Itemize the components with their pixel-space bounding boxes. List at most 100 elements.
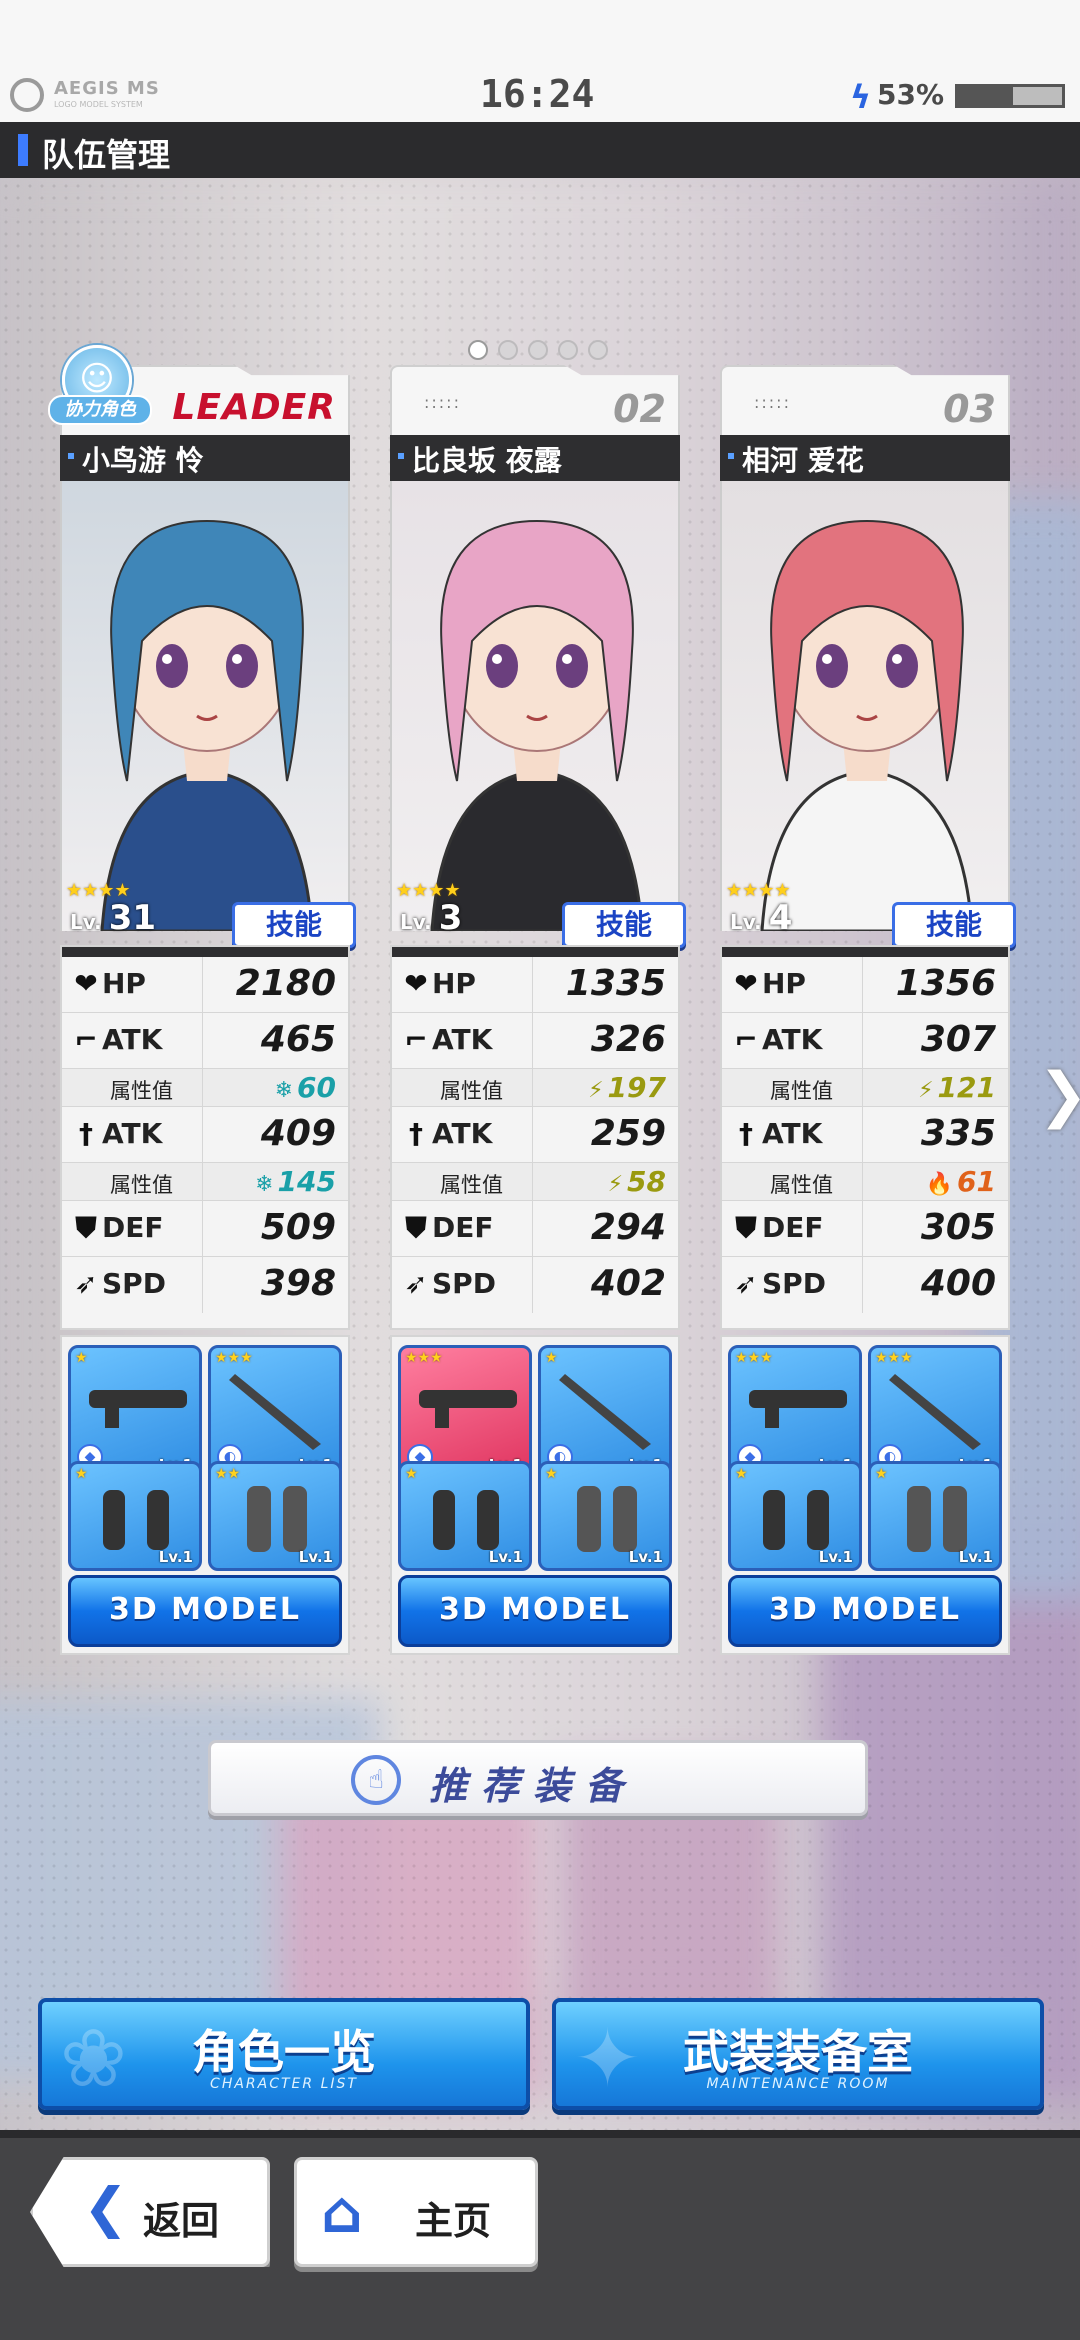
next-page-arrow-icon[interactable]: ❯	[1038, 1060, 1080, 1130]
stats-panel: ❤ HP 1335 ⌐ ATK 326 属性值 ⚡ 197 † ATK 259 属性值 ⚡ 58 ⛊…	[390, 945, 680, 1330]
shield-icon: ⛊	[735, 1211, 757, 1244]
home-icon: ⌂	[321, 2178, 363, 2246]
clock: 16:24	[480, 72, 595, 116]
equip-slot-legs[interactable]: ★★ Lv.1	[208, 1461, 342, 1571]
support-label: 协力角色	[48, 395, 152, 425]
page-title: 队伍管理	[42, 136, 171, 174]
3d-model-button[interactable]: 3D MODEL	[728, 1575, 1002, 1647]
back-button[interactable]: ❮ 返回	[30, 2157, 270, 2267]
character-name: 相河 爱花	[742, 444, 864, 477]
card-slot-tag: LEADER	[172, 387, 336, 428]
page-dot[interactable]	[498, 340, 518, 360]
card-slot-tag: 02	[613, 387, 666, 431]
wing-icon: ➶	[734, 1267, 758, 1300]
charging-icon: ϟ	[850, 78, 872, 116]
stat-melee-attribute: 属性值 ❄ 145	[62, 1163, 348, 1201]
page-dot[interactable]	[558, 340, 578, 360]
title-bar: 队伍管理	[0, 122, 1080, 178]
heart-icon: ❤	[74, 967, 98, 1000]
equip-slot-melee[interactable]: ★◐Lv.1	[538, 1345, 672, 1479]
character-art	[100, 519, 314, 931]
back-label: 返回	[143, 2199, 220, 2243]
gun-icon	[89, 1390, 187, 1428]
equip-slot-arms[interactable]: ★ Lv.1	[398, 1461, 532, 1571]
equip-slot-legs[interactable]: ★ Lv.1	[868, 1461, 1002, 1571]
recommend-label: 推荐装备	[429, 1764, 638, 1808]
sword-icon: †	[739, 1117, 753, 1150]
level-bar: ★★★★ Lv. 4 技能	[720, 880, 1016, 948]
character-portrait[interactable]	[720, 481, 1010, 931]
gun-icon	[419, 1390, 517, 1428]
stat-ranged-atk: ⌐ ATK 326	[392, 1013, 678, 1069]
stat-ranged-attribute: 属性值 ⚡ 121	[722, 1069, 1008, 1107]
stat-melee-atk: † ATK 409	[62, 1107, 348, 1163]
wing-icon: ➶	[404, 1267, 428, 1300]
equip-slot-melee[interactable]: ★★★◐Lv.1	[868, 1345, 1002, 1479]
home-label: 主页	[415, 2199, 492, 2243]
gun-icon	[749, 1390, 847, 1428]
stat-ranged-attribute: 属性值 ❄ 60	[62, 1069, 348, 1107]
recommend-equipment-button[interactable]: ☝ 推荐装备	[208, 1740, 868, 1816]
equip-slot-ranged[interactable]: ★◆Lv.1	[68, 1345, 202, 1479]
character-card[interactable]: ::::: 03 相河 爱花 ★★★★ Lv. 4 技能 ❤ HP 1356 ⌐ AT…	[718, 365, 1016, 1715]
page-dot[interactable]	[468, 340, 488, 360]
skill-button[interactable]: 技能	[892, 902, 1016, 948]
maintenance-label: 武装装备室	[683, 2025, 913, 2079]
stats-panel: ❤ HP 1356 ⌐ ATK 307 属性值 ⚡ 121 † ATK 335 属性值 🔥 61 ⛊…	[720, 945, 1010, 1330]
page-indicator	[468, 340, 608, 360]
equip-slot-ranged[interactable]: ★★★◆Lv.1	[728, 1345, 862, 1479]
character-portrait[interactable]	[60, 481, 350, 931]
gun-icon: ⌐	[734, 1023, 758, 1056]
stat-ranged-attribute: 属性值 ⚡ 197	[392, 1069, 678, 1107]
stat-def: ⛊ DEF 305	[722, 1201, 1008, 1257]
stat-spd: ➶ SPD 400	[722, 1257, 1008, 1313]
character-name: 小鸟游 怜	[82, 444, 204, 477]
tap-icon: ☝	[351, 1755, 401, 1805]
maintenance-sublabel: MAINTENANCE ROOM	[706, 2076, 890, 2092]
character-level: Lv. 31	[70, 898, 157, 938]
blade-icon	[229, 1374, 321, 1450]
equip-slot-arms[interactable]: ★ Lv.1	[728, 1461, 862, 1571]
equipment-panel: ★★★◆Lv.1 ★◐Lv.1 ★Lv.1 ★Lv.1 3D MODEL	[390, 1335, 680, 1655]
back-chevron-icon: ❮	[83, 2176, 129, 2239]
battery-icon	[955, 84, 1065, 108]
sword-icon: †	[79, 1117, 93, 1150]
character-list-label: 角色一览	[192, 2025, 376, 2079]
card-grip: :::::	[424, 393, 461, 412]
equip-slot-arms[interactable]: ★ Lv.1	[68, 1461, 202, 1571]
heart-icon: ❤	[404, 967, 428, 1000]
character-name: 比良坂 夜露	[412, 444, 562, 477]
character-list-button[interactable]: ❀ 角色一览 CHARACTER LIST	[38, 1998, 530, 2110]
character-portrait[interactable]	[390, 481, 680, 931]
status-bar: AEGIS MS LOGO MODEL SYSTEM 16:24 ϟ 53%	[0, 0, 1080, 122]
equip-slot-melee[interactable]: ★★★◐Lv.1	[208, 1345, 342, 1479]
home-button[interactable]: ⌂ 主页	[294, 2157, 538, 2267]
support-character-badge: ☺ 协力角色	[48, 345, 158, 435]
skill-button[interactable]: 技能	[232, 902, 356, 948]
3d-model-button[interactable]: 3D MODEL	[68, 1575, 342, 1647]
name-bar: 比良坂 夜露	[390, 435, 680, 481]
character-card[interactable]: ::::: LEADER 小鸟游 怜 ★★★★ Lv. 31 技能 ❤HP218…	[48, 345, 356, 1715]
character-art	[760, 519, 974, 931]
blade-icon	[889, 1374, 981, 1450]
stat-spd: ➶ SPD 398	[62, 1257, 348, 1313]
maintenance-room-button[interactable]: ✦ 武装装备室 MAINTENANCE ROOM	[552, 1998, 1044, 2110]
character-card[interactable]: ::::: 02 比良坂 夜露 ★★★★ Lv. 3 技能 ❤ HP 1335 ⌐ A…	[388, 365, 686, 1715]
skill-button[interactable]: 技能	[562, 902, 686, 948]
equipment-panel: ★★★◆Lv.1 ★★★◐Lv.1 ★Lv.1 ★Lv.1 3D MODEL	[720, 1335, 1010, 1655]
equip-slot-legs[interactable]: ★ Lv.1	[538, 1461, 672, 1571]
page-dot[interactable]	[588, 340, 608, 360]
equip-slot-ranged[interactable]: ★★★◆Lv.1	[398, 1345, 532, 1479]
name-bar: 相河 爱花	[720, 435, 1010, 481]
shield-icon: ⛊	[75, 1211, 97, 1244]
3d-model-button[interactable]: 3D MODEL	[398, 1575, 672, 1647]
stat-hp: ❤ HP 2180	[62, 957, 348, 1013]
stat-melee-atk: † ATK 259	[392, 1107, 678, 1163]
stat-melee-attribute: 属性值 🔥 61	[722, 1163, 1008, 1201]
card-grip: :::::	[754, 393, 791, 412]
page-dot[interactable]	[528, 340, 548, 360]
title-marker	[18, 134, 28, 166]
gun-icon: ⌐	[74, 1023, 98, 1056]
wing-icon: ➶	[74, 1267, 98, 1300]
sword-icon: †	[409, 1117, 423, 1150]
